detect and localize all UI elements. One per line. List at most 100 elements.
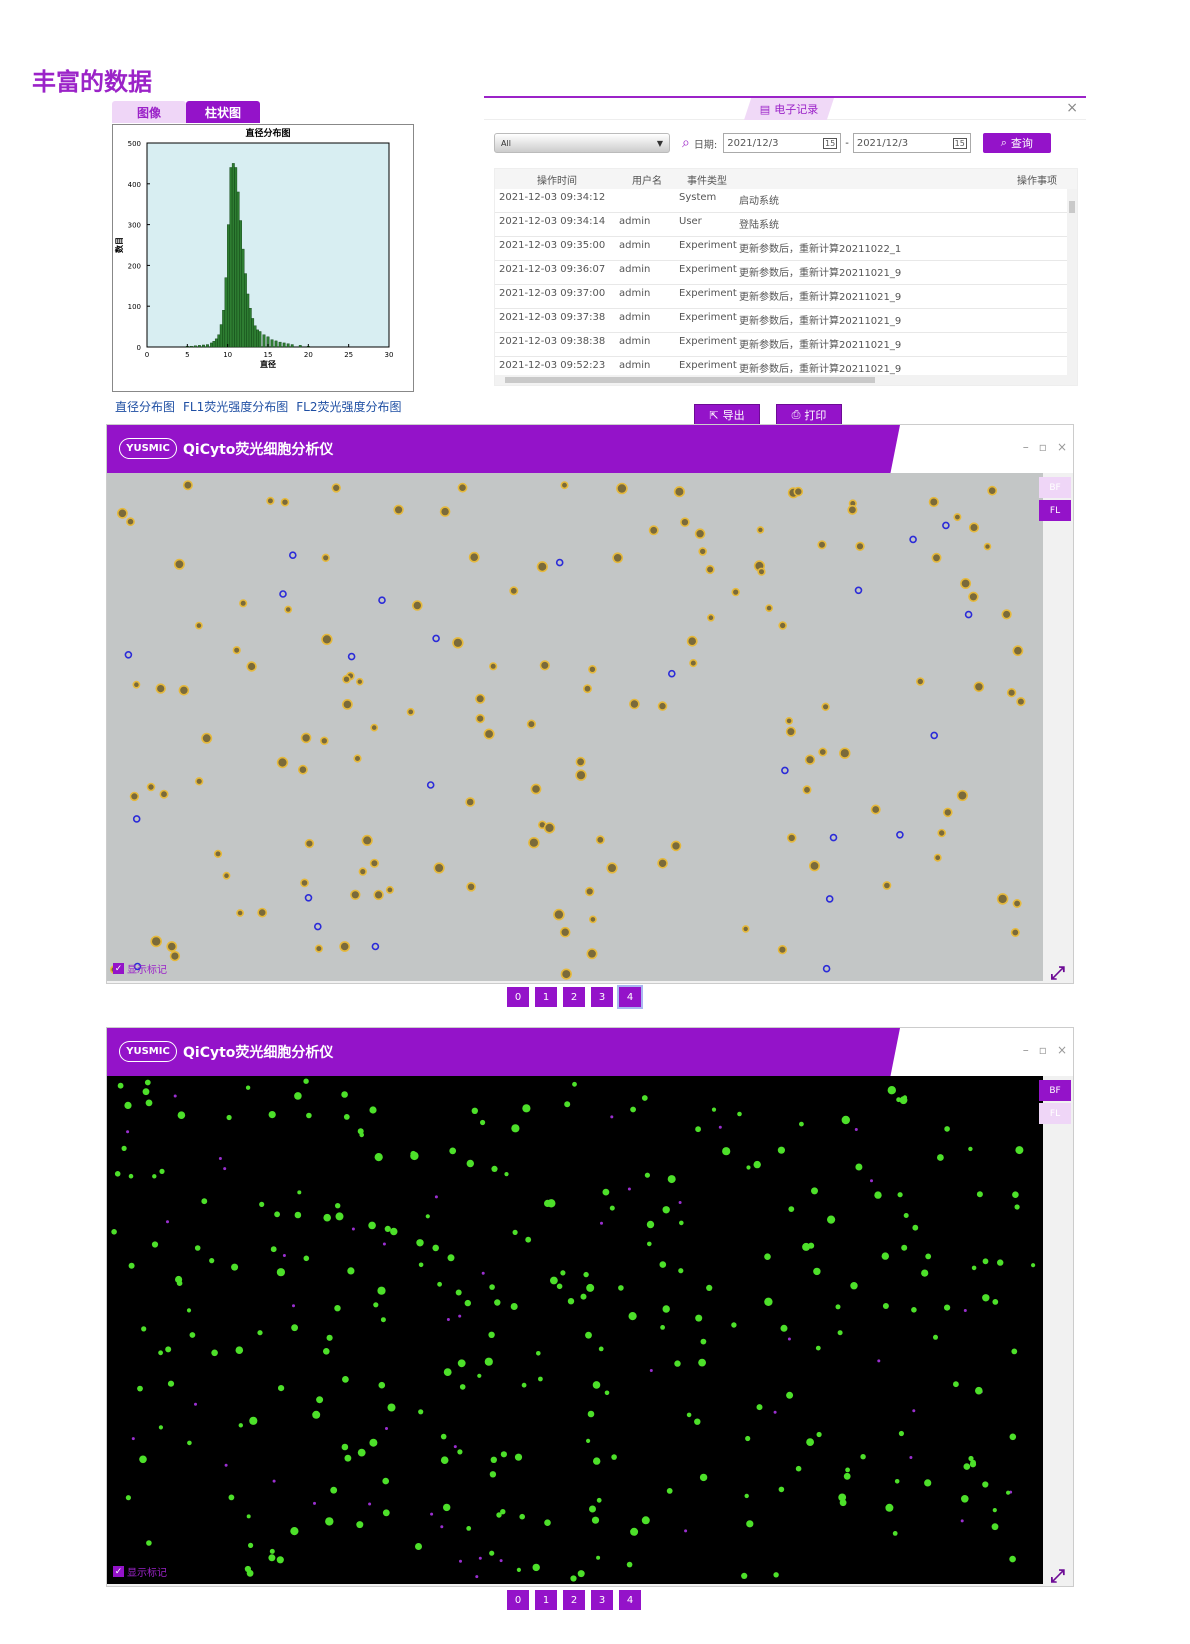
table-row[interactable]: 2021-12-03 09:37:38 admin Experiment 更新参数后，…	[495, 309, 1077, 333]
cell-marker	[211, 1349, 218, 1357]
cell-marker	[821, 702, 830, 712]
cell-marker	[618, 1285, 624, 1291]
cell-marker	[347, 1267, 355, 1275]
page-0[interactable]: 0	[507, 987, 529, 1007]
col-time[interactable]: 操作时间	[495, 172, 615, 187]
cell-marker	[596, 1555, 601, 1560]
col-event[interactable]: 事件类型	[675, 172, 735, 187]
cell-marker	[960, 1519, 964, 1523]
table-row[interactable]: 2021-12-03 09:38:38 admin Experiment 更新参数后，…	[495, 333, 1077, 357]
minimize-icon[interactable]: –	[1023, 440, 1029, 454]
table-row[interactable]: 2021-12-03 09:36:07 admin Experiment 更新参数后，…	[495, 261, 1077, 285]
cell-marker	[341, 698, 353, 710]
tab-histogram[interactable]: 柱状图	[186, 101, 260, 123]
fl-button[interactable]: FL	[1039, 1103, 1071, 1124]
cell-marker	[121, 1145, 127, 1151]
calendar-icon[interactable]: 15	[952, 137, 967, 149]
close-icon[interactable]: ×	[1057, 1043, 1067, 1057]
date-to-input[interactable]: 2021/12/3 15	[852, 133, 971, 153]
cell-marker	[471, 1107, 478, 1114]
page-3[interactable]: 3	[591, 1590, 613, 1610]
cell-image[interactable]	[107, 1076, 1043, 1584]
horizontal-scrollbar[interactable]	[495, 375, 1077, 385]
cell-marker	[903, 1213, 909, 1218]
cell-marker	[489, 1550, 495, 1556]
cell-marker	[700, 1338, 707, 1345]
cell-marker	[746, 1165, 751, 1170]
page-1[interactable]: 1	[535, 1590, 557, 1610]
page-2[interactable]: 2	[563, 1590, 585, 1610]
cell-marker	[944, 1126, 950, 1132]
minimize-icon[interactable]: –	[1023, 1043, 1029, 1057]
cell-marker	[129, 791, 140, 802]
table-cell: Experiment	[679, 312, 737, 323]
page-0[interactable]: 0	[507, 1590, 529, 1610]
histogram-bar	[222, 310, 226, 348]
col-user[interactable]: 用户名	[615, 172, 675, 187]
cell-marker	[246, 661, 257, 672]
table-row[interactable]: 2021-12-03 09:34:12 System 启动系统	[495, 189, 1077, 213]
page-2[interactable]: 2	[563, 987, 585, 1007]
page-4[interactable]: 4	[617, 985, 643, 1009]
cell-marker	[1009, 1433, 1017, 1441]
cell-marker	[344, 1454, 352, 1462]
table-row[interactable]: 2021-12-03 09:35:00 admin Experiment 更新参数后，…	[495, 237, 1077, 261]
cell-marker	[845, 1467, 850, 1473]
cell-marker	[944, 1304, 951, 1311]
cell-marker	[416, 1239, 424, 1247]
tab-image[interactable]: 图像	[112, 101, 186, 123]
cell-marker	[356, 677, 364, 686]
link-fl1[interactable]: FL1荧光强度分布图	[183, 398, 288, 415]
cell-marker	[516, 1567, 521, 1572]
cell-marker	[593, 1457, 601, 1465]
page-1[interactable]: 1	[535, 987, 557, 1007]
calendar-icon[interactable]: 15	[823, 137, 838, 149]
restore-icon[interactable]: ▫	[1039, 1043, 1047, 1057]
histogram-bar	[193, 345, 197, 348]
show-marks-checkbox[interactable]: ✓ 显示标记	[113, 1564, 167, 1579]
cell-marker	[268, 1111, 276, 1119]
expand-icon[interactable]: ⤢	[1051, 963, 1065, 984]
table-row[interactable]: 2021-12-03 09:37:00 admin Experiment 更新参数后，…	[495, 285, 1077, 309]
y-tick-label: 400	[128, 181, 141, 189]
table-cell: 2021-12-03 09:34:12	[499, 192, 606, 203]
cell-marker	[358, 867, 368, 876]
table-cell: 2021-12-03 09:37:38	[499, 312, 606, 323]
link-diameter[interactable]: 直径分布图	[115, 398, 175, 415]
cell-marker	[369, 1438, 378, 1447]
query-button[interactable]: ⌕ 查询	[982, 133, 1051, 153]
show-marks-checkbox[interactable]: ✓ 显示标记	[113, 961, 167, 976]
date-from-input[interactable]: 2021/12/3 15	[723, 133, 842, 153]
page-3[interactable]: 3	[591, 987, 613, 1007]
histogram-bar	[290, 344, 294, 348]
cell-marker	[304, 838, 315, 849]
cell-marker	[644, 1172, 651, 1178]
table-row[interactable]: 2021-12-03 09:34:14 admin User 登陆系统	[495, 213, 1077, 237]
bf-button[interactable]: BF	[1039, 1080, 1071, 1101]
print-button[interactable]: ⎙ 打印	[776, 404, 842, 426]
cell-marker	[600, 1221, 603, 1225]
close-icon[interactable]: ×	[1057, 440, 1067, 454]
cell-image[interactable]	[107, 473, 1043, 981]
analyzer-window-fl: YUSMIC QiCyto荧光细胞分析仪 – ▫ × BF FL ✓ 显示标记 …	[106, 424, 1074, 1009]
restore-icon[interactable]: ▫	[1039, 440, 1047, 454]
fl-button[interactable]: FL	[1039, 500, 1071, 521]
export-button[interactable]: ⇱ 导出	[694, 404, 760, 426]
cell-marker	[259, 1201, 265, 1207]
cell-marker	[678, 1268, 684, 1274]
close-icon[interactable]: ×	[1066, 100, 1078, 116]
cell-marker	[778, 621, 788, 630]
bf-button[interactable]: BF	[1039, 477, 1071, 498]
cell-marker	[855, 1163, 863, 1171]
page-4[interactable]: 4	[619, 1590, 641, 1610]
cell-marker	[125, 1495, 131, 1501]
expand-icon[interactable]: ⤢	[1051, 1566, 1065, 1587]
col-action[interactable]: 操作事项	[735, 172, 1077, 187]
event-select[interactable]: All ▼	[494, 133, 670, 153]
cell-marker	[437, 1281, 442, 1287]
vertical-scrollbar[interactable]	[1067, 189, 1077, 377]
record-tab-label: 电子记录	[774, 103, 819, 116]
record-tab[interactable]: ▤ 电子记录	[744, 98, 834, 120]
cell-marker	[432, 1244, 440, 1252]
link-fl2[interactable]: FL2荧光强度分布图	[296, 398, 401, 415]
